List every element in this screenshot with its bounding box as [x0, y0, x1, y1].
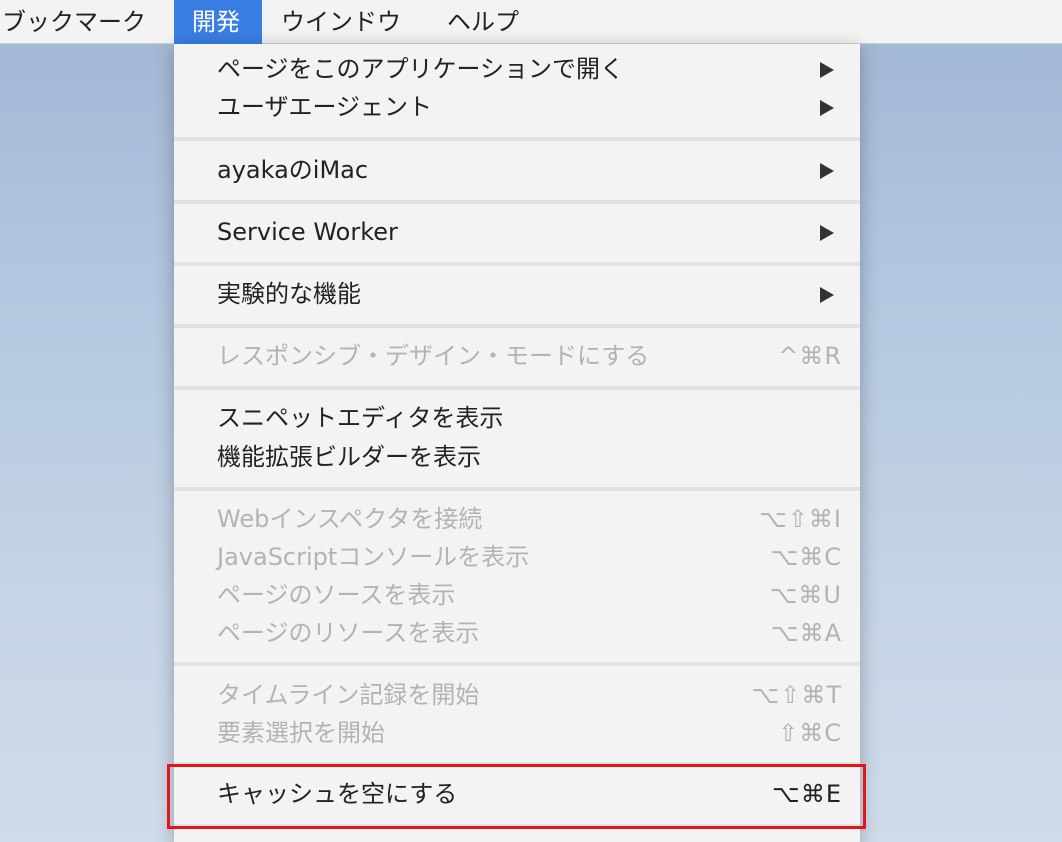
menu-separator [174, 324, 860, 328]
menu-separator [174, 762, 860, 766]
menu-separator [174, 137, 860, 141]
menu-item-shortcut: ^⌘R [778, 342, 842, 370]
menu-item-show-page-source[interactable]: ページのソースを表示 ⌥⌘U [174, 576, 860, 614]
menu-item-connect-web-inspector[interactable]: Webインスペクタを接続 ⌥⇧⌘I [174, 500, 860, 538]
menu-item-label: ページのソースを表示 [217, 581, 456, 609]
menu-item-label: レスポンシブ・デザイン・モードにする [217, 342, 650, 370]
menubar-window[interactable]: ウインドウ [281, 0, 401, 44]
menu-separator [174, 386, 860, 390]
menu-item-label: 実験的な機能 [217, 280, 361, 308]
menu-item-label: 機能拡張ビルダーを表示 [217, 443, 481, 471]
menu-item-shortcut: ⇧⌘C [778, 719, 842, 747]
submenu-arrow-icon [820, 62, 834, 78]
menu-separator [174, 200, 860, 204]
menu-item-label: ページをこのアプリケーションで開く [217, 55, 625, 83]
menu-item-shortcut: ⌥⌘C [770, 543, 842, 571]
menu-item-show-page-resources[interactable]: ページのリソースを表示 ⌥⌘A [174, 614, 860, 652]
submenu-arrow-icon [820, 163, 834, 179]
menu-item-label: スニペットエディタを表示 [217, 404, 504, 432]
menu-item-experimental-features[interactable]: 実験的な機能 [174, 275, 860, 313]
menu-item-show-javascript-console[interactable]: JavaScriptコンソールを表示 ⌥⌘C [174, 538, 860, 576]
menu-item-label: キャッシュを空にする [217, 780, 458, 808]
menu-item-label: 要素選択を開始 [217, 719, 385, 747]
submenu-arrow-icon [820, 225, 834, 241]
menu-separator [174, 487, 860, 491]
menu-item-label: タイムライン記録を開始 [217, 681, 480, 709]
menu-item-empty-caches[interactable]: キャッシュを空にする ⌥⌘E [174, 775, 860, 813]
menu-item-start-timeline-recording[interactable]: タイムライン記録を開始 ⌥⇧⌘T [174, 676, 860, 714]
menu-item-shortcut: ⌥⇧⌘T [751, 681, 842, 709]
develop-menu: ページをこのアプリケーションで開く ユーザエージェント ayakaのiMac S… [174, 44, 860, 842]
menubar-develop[interactable]: 開発 [174, 0, 262, 44]
menu-item-label: ayakaのiMac [217, 156, 369, 184]
menu-item-service-worker[interactable]: Service Worker [174, 213, 860, 251]
menu-item-label: ユーザエージェント [217, 93, 433, 121]
menu-item-shortcut: ⌥⌘A [770, 619, 842, 647]
menu-item-shortcut: ⌥⌘U [769, 581, 842, 609]
menu-item-responsive-design-mode[interactable]: レスポンシブ・デザイン・モードにする ^⌘R [174, 337, 860, 375]
menu-separator [174, 262, 860, 266]
submenu-arrow-icon [820, 287, 834, 303]
menu-item-label: ページのリソースを表示 [217, 619, 480, 647]
menu-separator [174, 824, 860, 828]
menu-item-open-page-with[interactable]: ページをこのアプリケーションで開く [174, 50, 860, 88]
menu-item-user-agent[interactable]: ユーザエージェント [174, 88, 860, 126]
menu-separator [174, 662, 860, 666]
menu-item-label: JavaScriptコンソールを表示 [217, 543, 530, 571]
menu-item-shortcut: ⌥⌘E [772, 780, 842, 808]
menu-item-label: Service Worker [217, 218, 398, 246]
menu-item-show-extension-builder[interactable]: 機能拡張ビルダーを表示 [174, 438, 860, 476]
menu-bar: ブックマーク 開発 ウインドウ ヘルプ [0, 0, 1062, 44]
menu-item-show-snippet-editor[interactable]: スニペットエディタを表示 [174, 399, 860, 437]
menubar-bookmarks[interactable]: ブックマーク [2, 0, 146, 44]
menu-item-shortcut: ⌥⇧⌘I [759, 505, 842, 533]
submenu-arrow-icon [820, 100, 834, 116]
menu-item-device[interactable]: ayakaのiMac [174, 151, 860, 189]
menubar-help[interactable]: ヘルプ [447, 0, 519, 44]
menu-item-start-element-selection[interactable]: 要素選択を開始 ⇧⌘C [174, 714, 860, 752]
menu-item-label: Webインスペクタを接続 [217, 505, 483, 533]
